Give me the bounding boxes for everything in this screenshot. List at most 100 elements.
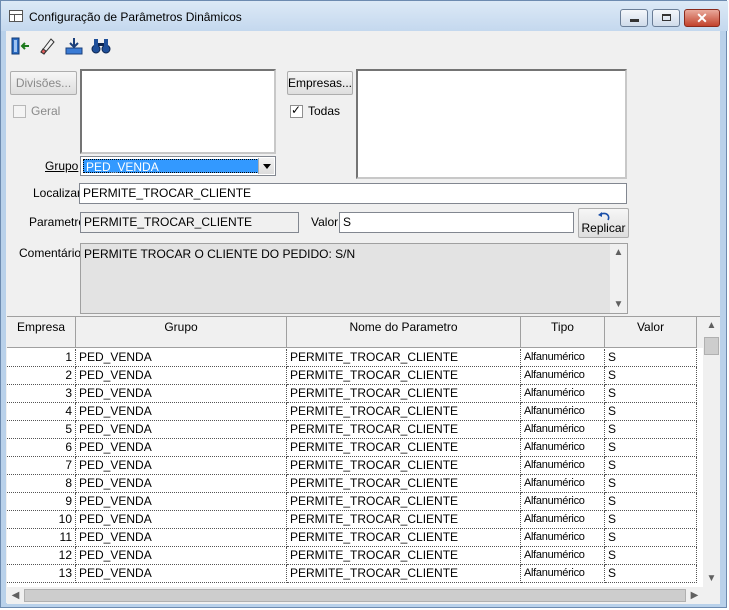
cell-valor[interactable]: S bbox=[605, 421, 697, 439]
save-button[interactable] bbox=[62, 34, 86, 58]
cell-empresa[interactable]: 8 bbox=[7, 475, 76, 493]
cell-grupo[interactable]: PED_VENDA bbox=[76, 547, 287, 565]
cell-valor[interactable]: S bbox=[605, 439, 697, 457]
search-button[interactable] bbox=[89, 34, 113, 58]
cell-empresa[interactable]: 6 bbox=[7, 439, 76, 457]
cell-grupo[interactable]: PED_VENDA bbox=[76, 511, 287, 529]
cell-nome[interactable]: PERMITE_TROCAR_CLIENTE bbox=[287, 403, 521, 421]
table-row[interactable]: 7 PED_VENDA PERMITE_TROCAR_CLIENTE Alfanumé… bbox=[7, 457, 703, 475]
cell-tipo[interactable]: Alfanumérico bbox=[521, 367, 605, 385]
cell-nome[interactable]: PERMITE_TROCAR_CLIENTE bbox=[287, 385, 521, 403]
table-row[interactable]: 9 PED_VENDA PERMITE_TROCAR_CLIENTE Alfanumé… bbox=[7, 493, 703, 511]
cell-valor[interactable]: S bbox=[605, 493, 697, 511]
cell-grupo[interactable]: PED_VENDA bbox=[76, 457, 287, 475]
cell-valor[interactable]: S bbox=[605, 511, 697, 529]
cell-tipo[interactable]: Alfanumérico bbox=[521, 439, 605, 457]
cell-empresa[interactable]: 4 bbox=[7, 403, 76, 421]
grupo-combobox[interactable]: PED_VENDA bbox=[80, 156, 276, 176]
cell-nome[interactable]: PERMITE_TROCAR_CLIENTE bbox=[287, 547, 521, 565]
minimize-button[interactable] bbox=[620, 9, 648, 27]
cell-nome[interactable]: PERMITE_TROCAR_CLIENTE bbox=[287, 565, 521, 583]
table-row[interactable]: 3 PED_VENDA PERMITE_TROCAR_CLIENTE Alfanumé… bbox=[7, 385, 703, 403]
cell-grupo[interactable]: PED_VENDA bbox=[76, 349, 287, 367]
scroll-up-icon[interactable]: ▲ bbox=[610, 244, 627, 261]
cell-tipo[interactable]: Alfanumérico bbox=[521, 565, 605, 583]
cell-valor[interactable]: S bbox=[605, 457, 697, 475]
cell-empresa[interactable]: 13 bbox=[7, 565, 76, 583]
divisoes-listbox[interactable] bbox=[80, 69, 276, 154]
replicar-button[interactable]: Replicar bbox=[578, 208, 629, 238]
cell-tipo[interactable]: Alfanumérico bbox=[521, 493, 605, 511]
cell-grupo[interactable]: PED_VENDA bbox=[76, 385, 287, 403]
table-row[interactable]: 1 PED_VENDA PERMITE_TROCAR_CLIENTE Alfanumé… bbox=[7, 349, 703, 367]
valor-input[interactable]: S bbox=[339, 212, 574, 233]
cell-grupo[interactable]: PED_VENDA bbox=[76, 367, 287, 385]
scroll-down-icon[interactable]: ▼ bbox=[610, 296, 627, 313]
cell-grupo[interactable]: PED_VENDA bbox=[76, 421, 287, 439]
localizar-input[interactable]: PERMITE_TROCAR_CLIENTE bbox=[79, 183, 627, 204]
cell-grupo[interactable]: PED_VENDA bbox=[76, 439, 287, 457]
close-button[interactable]: ✕ bbox=[684, 9, 720, 27]
horizontal-scroll-thumb[interactable] bbox=[24, 589, 686, 602]
cell-tipo[interactable]: Alfanumérico bbox=[521, 457, 605, 475]
chevron-down-icon[interactable] bbox=[258, 158, 274, 174]
cell-grupo[interactable]: PED_VENDA bbox=[76, 565, 287, 583]
table-row[interactable]: 12 PED_VENDA PERMITE_TROCAR_CLIENTE Alfanum… bbox=[7, 547, 703, 565]
cell-tipo[interactable]: Alfanumérico bbox=[521, 529, 605, 547]
scroll-right-icon[interactable]: ▶ bbox=[686, 587, 703, 604]
cell-valor[interactable]: S bbox=[605, 403, 697, 421]
column-header-nome[interactable]: Nome do Parametro bbox=[287, 317, 521, 348]
title-bar[interactable]: Configuração de Parâmetros Dinâmicos ✕ bbox=[1, 1, 728, 31]
cell-empresa[interactable]: 12 bbox=[7, 547, 76, 565]
parametros-grid[interactable]: Empresa Grupo Nome do Parametro Tipo Val… bbox=[7, 316, 720, 604]
cell-valor[interactable]: S bbox=[605, 475, 697, 493]
cell-valor[interactable]: S bbox=[605, 367, 697, 385]
column-header-grupo[interactable]: Grupo bbox=[76, 317, 287, 348]
scroll-down-icon[interactable]: ▼ bbox=[703, 570, 720, 587]
cell-empresa[interactable]: 1 bbox=[7, 349, 76, 367]
divisoes-button[interactable]: Divisões... bbox=[10, 71, 77, 95]
cell-nome[interactable]: PERMITE_TROCAR_CLIENTE bbox=[287, 475, 521, 493]
scroll-left-icon[interactable]: ◀ bbox=[7, 587, 24, 604]
comentarios-scrollbar[interactable]: ▲ ▼ bbox=[610, 244, 627, 313]
cell-tipo[interactable]: Alfanumérico bbox=[521, 421, 605, 439]
cell-nome[interactable]: PERMITE_TROCAR_CLIENTE bbox=[287, 457, 521, 475]
grid-vertical-scrollbar[interactable]: ▲ ▼ bbox=[703, 317, 720, 587]
cell-valor[interactable]: S bbox=[605, 529, 697, 547]
cell-nome[interactable]: PERMITE_TROCAR_CLIENTE bbox=[287, 493, 521, 511]
empresas-button[interactable]: Empresas... bbox=[287, 71, 353, 95]
cell-grupo[interactable]: PED_VENDA bbox=[76, 403, 287, 421]
todas-checkbox[interactable]: ✓ bbox=[290, 103, 303, 118]
maximize-button[interactable] bbox=[652, 9, 680, 27]
geral-checkbox[interactable] bbox=[13, 105, 26, 118]
cell-nome[interactable]: PERMITE_TROCAR_CLIENTE bbox=[287, 511, 521, 529]
cell-nome[interactable]: PERMITE_TROCAR_CLIENTE bbox=[287, 439, 521, 457]
exit-button[interactable] bbox=[8, 34, 32, 58]
scroll-up-icon[interactable]: ▲ bbox=[703, 317, 720, 334]
comentarios-memo[interactable]: PERMITE TROCAR O CLIENTE DO PEDIDO: S/N … bbox=[80, 243, 628, 314]
cell-empresa[interactable]: 11 bbox=[7, 529, 76, 547]
cell-empresa[interactable]: 3 bbox=[7, 385, 76, 403]
table-row[interactable]: 10 PED_VENDA PERMITE_TROCAR_CLIENTE Alfanum… bbox=[7, 511, 703, 529]
cell-nome[interactable]: PERMITE_TROCAR_CLIENTE bbox=[287, 529, 521, 547]
cell-grupo[interactable]: PED_VENDA bbox=[76, 475, 287, 493]
cell-tipo[interactable]: Alfanumérico bbox=[521, 349, 605, 367]
cell-empresa[interactable]: 5 bbox=[7, 421, 76, 439]
grid-horizontal-scrollbar[interactable]: ◀ ▶ bbox=[7, 587, 703, 604]
table-row[interactable]: 13 PED_VENDA PERMITE_TROCAR_CLIENTE Alfanum… bbox=[7, 565, 703, 583]
clear-button[interactable] bbox=[35, 34, 59, 58]
table-row[interactable]: 5 PED_VENDA PERMITE_TROCAR_CLIENTE Alfanumé… bbox=[7, 421, 703, 439]
cell-valor[interactable]: S bbox=[605, 565, 697, 583]
empresas-listbox[interactable] bbox=[356, 69, 627, 179]
vertical-scroll-thumb[interactable] bbox=[704, 337, 719, 355]
cell-empresa[interactable]: 10 bbox=[7, 511, 76, 529]
cell-tipo[interactable]: Alfanumérico bbox=[521, 547, 605, 565]
cell-empresa[interactable]: 9 bbox=[7, 493, 76, 511]
cell-empresa[interactable]: 2 bbox=[7, 367, 76, 385]
cell-valor[interactable]: S bbox=[605, 547, 697, 565]
cell-tipo[interactable]: Alfanumérico bbox=[521, 403, 605, 421]
cell-empresa[interactable]: 7 bbox=[7, 457, 76, 475]
cell-grupo[interactable]: PED_VENDA bbox=[76, 493, 287, 511]
table-row[interactable]: 2 PED_VENDA PERMITE_TROCAR_CLIENTE Alfanumé… bbox=[7, 367, 703, 385]
table-row[interactable]: 4 PED_VENDA PERMITE_TROCAR_CLIENTE Alfanumé… bbox=[7, 403, 703, 421]
